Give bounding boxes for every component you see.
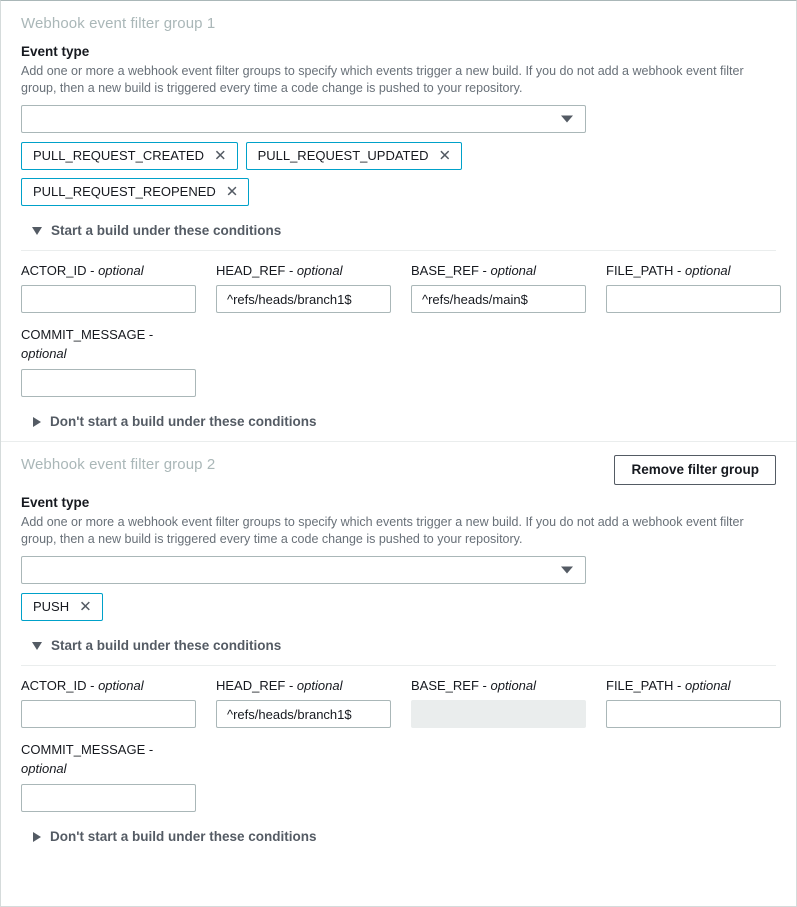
event-type-tag[interactable]: PULL_REQUEST_CREATED ✕ [21,142,238,170]
triangle-down-icon [32,227,42,235]
field-commit-message-input[interactable] [21,784,196,812]
event-type-tag-label: PULL_REQUEST_CREATED [33,147,204,165]
field-actor-id: ACTOR_ID - optional [21,677,216,728]
group-2-event-type-select[interactable] [21,556,586,584]
event-type-tag[interactable]: PULL_REQUEST_REOPENED ✕ [21,178,249,206]
group-2-start-build-fields: ACTOR_ID - optional HEAD_REF - optional … [21,677,776,728]
group-1-start-build-rule [21,250,776,251]
group-1-title: Webhook event filter group 1 [21,14,215,34]
group-2-header: Webhook event filter group 2 Remove filt… [21,442,776,485]
field-actor-id-label: ACTOR_ID - optional [21,677,216,694]
field-head-ref-label: HEAD_REF - optional [216,262,411,279]
close-icon[interactable]: ✕ [439,148,452,163]
field-file-path: FILE_PATH - optional [606,677,797,728]
field-file-path-label: FILE_PATH - optional [606,677,797,694]
group-2-start-build-expander[interactable]: Start a build under these conditions [21,637,776,655]
field-actor-id-label: ACTOR_ID - optional [21,262,216,279]
field-file-path-input[interactable] [606,700,781,728]
field-head-ref: HEAD_REF - optional [216,262,411,313]
field-file-path: FILE_PATH - optional [606,262,797,313]
group-1-header: Webhook event filter group 1 [21,1,776,34]
group-2-event-type-heading: Event type [21,494,776,512]
field-commit-message-label: COMMIT_MESSAGE -optional [21,325,171,363]
chevron-down-icon [561,116,573,123]
event-type-tag-label: PULL_REQUEST_REOPENED [33,183,216,201]
webhook-event-filter-group-1: Webhook event filter group 1 Event type … [1,1,796,441]
field-actor-id-input[interactable] [21,700,196,728]
event-type-tag[interactable]: PULL_REQUEST_UPDATED ✕ [246,142,463,170]
remove-filter-group-button[interactable]: Remove filter group [614,455,776,485]
field-base-ref-input[interactable] [411,285,586,313]
group-2-start-build-label: Start a build under these conditions [51,637,281,655]
group-2-start-build-rule [21,665,776,666]
group-1-event-type-description: Add one or more a webhook event filter g… [21,63,776,96]
triangle-down-icon [32,642,42,650]
field-commit-message-label: COMMIT_MESSAGE -optional [21,740,171,778]
triangle-right-icon [33,417,41,427]
group-1-dont-start-build-label: Don't start a build under these conditio… [50,413,316,431]
webhook-filter-groups-panel: Webhook event filter group 1 Event type … [0,0,797,907]
close-icon[interactable]: ✕ [214,148,227,163]
field-base-ref-label: BASE_REF - optional [411,677,606,694]
group-1-start-build-expander[interactable]: Start a build under these conditions [21,222,776,240]
field-base-ref: BASE_REF - optional [411,262,606,313]
group-1-start-build-label: Start a build under these conditions [51,222,281,240]
field-head-ref: HEAD_REF - optional [216,677,411,728]
chevron-down-icon [561,567,573,574]
close-icon[interactable]: ✕ [79,599,92,614]
event-type-tag[interactable]: PUSH ✕ [21,593,103,621]
field-actor-id-input[interactable] [21,285,196,313]
event-type-tag-label: PULL_REQUEST_UPDATED [258,147,429,165]
group-1-event-type-select[interactable] [21,105,586,133]
field-base-ref-label: BASE_REF - optional [411,262,606,279]
group-1-bottom-spacer [21,431,776,441]
field-base-ref-input [411,700,586,728]
group-1-start-build-fields: ACTOR_ID - optional HEAD_REF - optional … [21,262,776,313]
group-1-field-commit-message: COMMIT_MESSAGE -optional [21,325,776,397]
group-2-title: Webhook event filter group 2 [21,455,215,475]
field-file-path-input[interactable] [606,285,781,313]
group-2-field-commit-message: COMMIT_MESSAGE -optional [21,740,776,812]
group-2-event-type-tags: PUSH ✕ [21,593,586,621]
group-2-dont-start-build-expander[interactable]: Don't start a build under these conditio… [21,828,776,846]
field-file-path-label: FILE_PATH - optional [606,262,797,279]
group-2-dont-start-build-label: Don't start a build under these conditio… [50,828,316,846]
field-base-ref: BASE_REF - optional [411,677,606,728]
field-commit-message-input[interactable] [21,369,196,397]
triangle-right-icon [33,832,41,842]
group-1-event-type-tags: PULL_REQUEST_CREATED ✕ PULL_REQUEST_UPDA… [21,142,586,206]
field-actor-id: ACTOR_ID - optional [21,262,216,313]
event-type-tag-label: PUSH [33,598,69,616]
field-head-ref-label: HEAD_REF - optional [216,677,411,694]
field-head-ref-input[interactable] [216,285,391,313]
group-1-dont-start-build-expander[interactable]: Don't start a build under these conditio… [21,413,776,431]
group-2-event-type-description: Add one or more a webhook event filter g… [21,514,776,547]
webhook-event-filter-group-2: Webhook event filter group 2 Remove filt… [1,442,796,846]
field-head-ref-input[interactable] [216,700,391,728]
close-icon[interactable]: ✕ [226,184,239,199]
group-1-event-type-heading: Event type [21,43,776,61]
